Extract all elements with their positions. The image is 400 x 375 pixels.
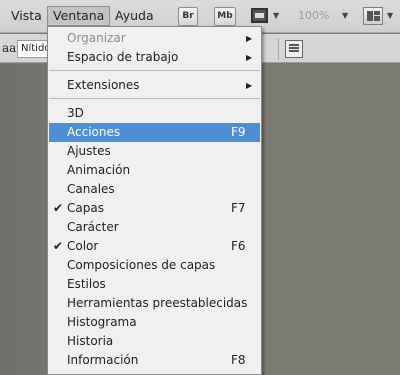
menu-separator (49, 70, 260, 71)
extras-icon[interactable] (251, 8, 268, 23)
menu-item-canales[interactable]: Canales (49, 180, 260, 199)
bridge-button[interactable]: Br (178, 7, 198, 26)
menu-item-3d[interactable]: 3D (49, 104, 260, 123)
menu-item-label: Canales (67, 182, 115, 196)
menu-item-shortcut: F9 (231, 125, 246, 139)
menu-item-label: Historia (67, 334, 114, 348)
character-panel-icon[interactable] (285, 40, 303, 58)
menu-item-shortcut: F6 (231, 239, 246, 253)
menu-item-label: Estilos (67, 277, 106, 291)
antialias-select[interactable]: Nítido (17, 40, 49, 58)
menu-item-label: Acciones (67, 125, 121, 139)
menu-item-informacion[interactable]: Información F8 (49, 351, 260, 370)
zoom-dropdown-icon[interactable]: ▼ (342, 11, 348, 20)
menu-item-animacion[interactable]: Animación (49, 161, 260, 180)
menu-item-caracter[interactable]: Carácter (49, 218, 260, 237)
menu-item-label: Ajustes (67, 144, 111, 158)
ventana-menu: Organizar ▶ Espacio de trabajo ▶ Extensi… (47, 26, 262, 375)
menu-item-herramientas-preestablecidas[interactable]: Herramientas preestablecidas (49, 294, 260, 313)
mini-bridge-button[interactable]: Mb (214, 7, 236, 26)
menu-item-ajustes[interactable]: Ajustes (49, 142, 260, 161)
menu-ayuda[interactable]: Ayuda (110, 6, 159, 26)
arrange-documents-icon[interactable] (363, 7, 383, 25)
menu-vista[interactable]: Vista (6, 6, 47, 26)
submenu-arrow-icon: ▶ (246, 81, 253, 90)
menu-item-label: Capas (67, 201, 104, 215)
antialias-icon: aa (2, 41, 17, 55)
menu-item-historia[interactable]: Historia (49, 332, 260, 351)
menu-item-composiciones-de-capas[interactable]: Composiciones de capas (49, 256, 260, 275)
menu-item-label: Composiciones de capas (67, 258, 216, 272)
menu-item-estilos[interactable]: Estilos (49, 275, 260, 294)
menu-item-extensiones[interactable]: Extensiones ▶ (49, 76, 260, 95)
menu-separator (49, 98, 260, 99)
checkmark-icon: ✔ (53, 201, 64, 215)
menu-item-color[interactable]: ✔ Color F6 (49, 237, 260, 256)
menu-item-shortcut: F7 (231, 201, 246, 215)
zoom-level[interactable]: 100% (298, 9, 329, 22)
menu-ventana[interactable]: Ventana (47, 6, 111, 26)
menu-item-label: Espacio de trabajo (67, 50, 179, 64)
menu-item-organizar: Organizar ▶ (49, 29, 260, 48)
menu-item-histograma[interactable]: Histograma (49, 313, 260, 332)
menu-item-label: Extensiones (67, 78, 140, 92)
extras-dropdown-icon[interactable]: ▼ (273, 11, 279, 20)
submenu-arrow-icon: ▶ (246, 53, 253, 62)
menu-item-acciones[interactable]: Acciones F9 (49, 123, 260, 142)
menu-item-label: Carácter (67, 220, 119, 234)
menu-item-label: Información (67, 353, 139, 367)
menu-item-espacio-de-trabajo[interactable]: Espacio de trabajo ▶ (49, 48, 260, 67)
menu-item-label: 3D (67, 106, 84, 120)
menu-item-label: Animación (67, 163, 131, 177)
arrange-dropdown-icon[interactable]: ▼ (387, 11, 393, 20)
menu-item-label: Color (67, 239, 99, 253)
submenu-arrow-icon: ▶ (246, 34, 253, 43)
menu-item-shortcut: F8 (231, 353, 246, 367)
menu-item-label: Histograma (67, 315, 137, 329)
checkmark-icon: ✔ (53, 239, 64, 253)
menu-item-label: Herramientas preestablecidas (67, 296, 248, 310)
menu-item-label: Organizar (67, 31, 126, 45)
menu-item-capas[interactable]: ✔ Capas F7 (49, 199, 260, 218)
options-divider (278, 38, 279, 60)
